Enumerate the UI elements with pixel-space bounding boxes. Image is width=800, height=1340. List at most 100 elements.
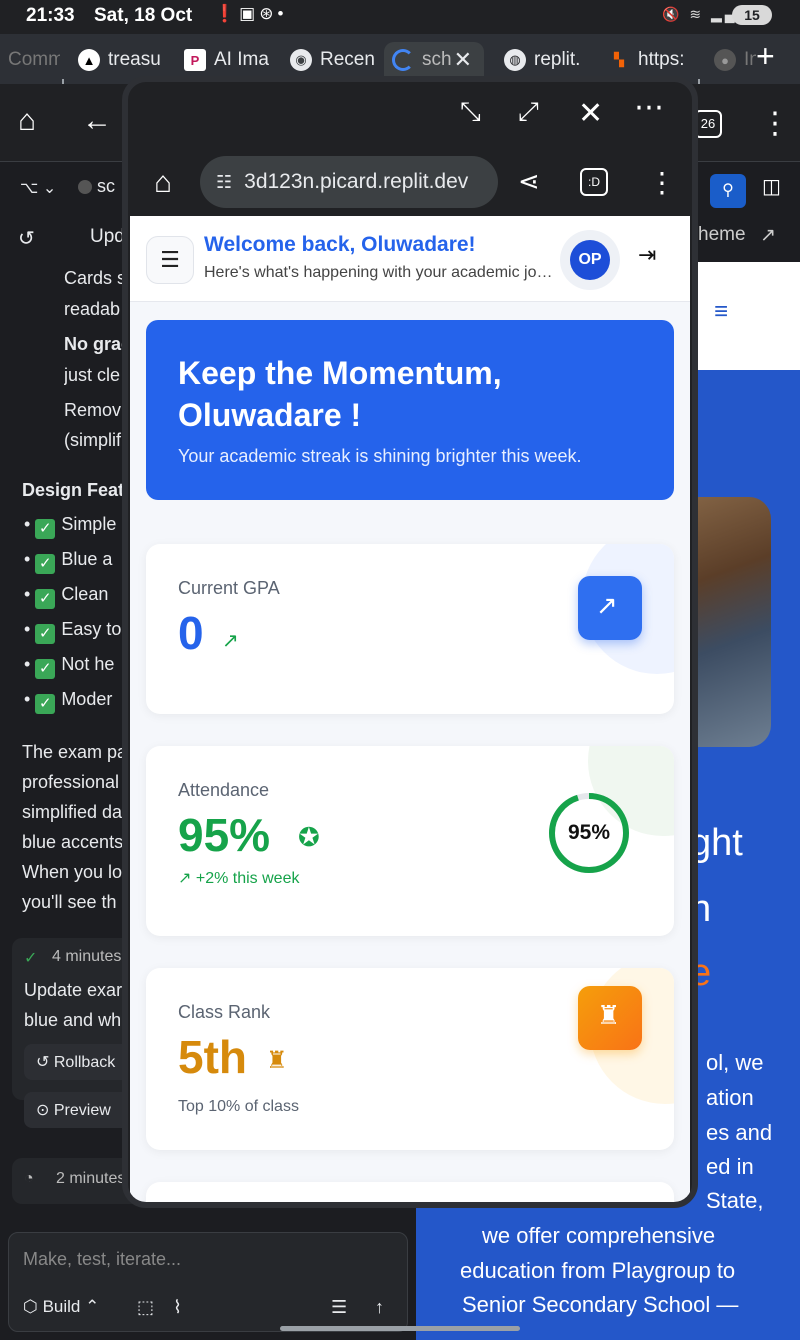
loading-icon <box>392 49 414 71</box>
tab-label: Recen <box>320 49 375 70</box>
tab-replit[interactable]: ◍ replit. <box>496 42 588 78</box>
body-line: education from Playgroup to <box>460 1258 736 1283</box>
tab-label: replit. <box>534 49 581 70</box>
tab-switcher-button[interactable]: 26 <box>694 110 722 138</box>
share-icon[interactable]: ⋖ <box>518 166 540 197</box>
feature-item: • ✓ Simple <box>24 514 117 539</box>
attendance-label: Attendance <box>178 780 270 800</box>
menu-dots-icon[interactable]: ⋮ <box>760 106 790 141</box>
triangle-icon: ▲ <box>78 49 100 71</box>
site-settings-icon[interactable]: ☷ <box>216 172 232 193</box>
paragraph-line: The exam pa <box>22 742 128 762</box>
body-line: es and <box>706 1120 773 1145</box>
rank-note: Top 10% of class <box>178 1098 299 1115</box>
send-arrow-icon[interactable]: ↑ <box>375 1297 384 1318</box>
home-icon[interactable]: ⌂ <box>154 166 172 200</box>
chart-up-icon: ↗ <box>596 590 618 620</box>
new-tab-icon[interactable]: + <box>756 38 775 75</box>
attendance-delta: ↗ +2% this week <box>178 870 300 887</box>
attendance-card: Attendance 95% ✪ ↗ +2% this week 95% <box>146 746 674 936</box>
tab-ai-image[interactable]: P AI Ima <box>176 42 272 78</box>
dashboard-page: ☰ Welcome back, Oluwadare! Here's what's… <box>130 216 690 1202</box>
rollback-button[interactable]: ↺ Rollback <box>24 1044 134 1080</box>
tab-in[interactable]: ● In <box>706 42 756 78</box>
avatar-button[interactable]: OP <box>560 230 620 290</box>
menu-dots-icon[interactable]: ⋮ <box>648 166 676 199</box>
message-text: blue and wh <box>24 1010 122 1030</box>
file-icon <box>78 180 92 194</box>
update-label: Upd <box>90 226 125 247</box>
globe-icon: ◍ <box>504 49 526 71</box>
theme-label: heme <box>698 224 746 245</box>
home-icon[interactable]: ⌂ <box>18 104 36 138</box>
attach-icon[interactable]: ⌇ <box>173 1297 182 1318</box>
url-text: 3d123n.picard.replit.dev <box>244 170 469 193</box>
minimize-icon[interactable]: ⤡ <box>460 96 481 128</box>
pin-icon[interactable]: ⚲ <box>710 174 746 208</box>
tab-treasu[interactable]: ▲ treasu <box>70 42 166 78</box>
tab-label: sch <box>422 49 452 70</box>
menu-button[interactable]: ☰ <box>146 236 194 284</box>
checkmark-icon: ✓ <box>35 624 56 644</box>
tab-comm[interactable]: Comm <box>0 42 60 78</box>
body-line: ation <box>706 1085 754 1110</box>
rank-card: Class Rank 5th ♜ Top 10% of class ♜ <box>146 968 674 1150</box>
chrome-icon: ◉ <box>290 49 312 71</box>
close-tab-icon[interactable]: ✕ <box>454 47 472 73</box>
body-line: State, <box>706 1188 764 1213</box>
hamburger-icon[interactable]: ≡ <box>714 298 728 326</box>
file-label: sc <box>97 176 116 196</box>
rank-value: 5th <box>178 1031 247 1083</box>
tab-count-icon[interactable]: :D <box>580 168 608 196</box>
back-arrow-icon[interactable]: ← <box>82 104 112 138</box>
tab-label: In <box>744 49 756 70</box>
feature-item: • ✓ Blue a <box>24 549 113 574</box>
select-icon[interactable]: ⬚ <box>137 1297 154 1318</box>
checkmark-icon: ✓ <box>35 694 56 714</box>
prompt-input-box[interactable]: Make, test, iterate... ⬡ Build ⌃ ⬚ ⌇ ☰ ↑ <box>8 1232 408 1332</box>
trophy-icon: ♜ <box>597 1000 621 1030</box>
body-line: we offer comprehensive <box>482 1223 716 1248</box>
body-line: ed in <box>706 1154 754 1179</box>
trending-icon-box: ↗ <box>578 576 642 640</box>
rank-label: Class Rank <box>178 1002 271 1022</box>
app-header: ☰ Welcome back, Oluwadare! Here's what's… <box>130 216 690 302</box>
tab-https[interactable]: ▚ https: <box>600 42 692 78</box>
feature-item: • ✓ Moder <box>24 689 113 714</box>
url-bar[interactable]: ☷ 3d123n.picard.replit.dev <box>200 156 498 208</box>
tab-label: Comm <box>8 49 60 70</box>
paragraph-line: professional <box>22 772 120 792</box>
settings-sliders-icon[interactable]: ☰ <box>331 1297 347 1318</box>
logout-icon[interactable]: ⇥ <box>638 242 656 268</box>
message-time: 4 minutes <box>52 948 122 965</box>
close-window-icon[interactable]: ✕ <box>578 96 603 131</box>
branch-icon[interactable]: ⌥ ⌄ <box>20 178 56 198</box>
feature-item: • ✓ Not he <box>24 654 115 679</box>
banner-subtitle: Your academic streak is shining brighter… <box>178 446 582 466</box>
preview-button[interactable]: ⊙ Preview <box>24 1092 134 1128</box>
trophy-icon-box: ♜ <box>578 986 642 1050</box>
gpa-value: 0 <box>178 607 204 659</box>
more-options-icon[interactable]: ⋯ <box>634 90 664 125</box>
check-circle-icon: ✓ <box>24 950 38 967</box>
checkmark-icon: ✓ <box>35 659 56 679</box>
feature-item: • ✓ Clean <box>24 584 109 609</box>
tab-recent[interactable]: ◉ Recen <box>282 42 380 78</box>
external-link-icon[interactable]: ↗ <box>760 224 776 247</box>
build-mode-button[interactable]: ⬡ Build ⌃ <box>23 1297 99 1317</box>
split-view-icon[interactable]: ◫ <box>762 174 781 199</box>
avatar: OP <box>570 240 610 280</box>
status-bar: 21:33 Sat, 18 Oct ❗▣⊛• 🔇 ≋ ▂▄▆ 15 <box>0 0 800 34</box>
checkmark-icon: ✓ <box>35 519 56 539</box>
gpa-label: Current GPA <box>178 578 280 598</box>
status-date: Sat, 18 Oct <box>94 5 193 26</box>
p-logo-icon: P <box>184 49 206 71</box>
history-icon[interactable]: ↺ <box>18 226 35 251</box>
paragraph-line: blue accents <box>22 832 124 852</box>
maximize-icon[interactable]: ⤢ <box>518 96 539 128</box>
replit-logo-icon: ▚ <box>614 52 624 67</box>
tab-school-active[interactable]: sch ✕ <box>384 42 484 78</box>
battery-indicator: 15 <box>732 5 772 25</box>
feature-item: • ✓ Easy to <box>24 619 122 644</box>
site-header: ≡ <box>694 262 800 370</box>
